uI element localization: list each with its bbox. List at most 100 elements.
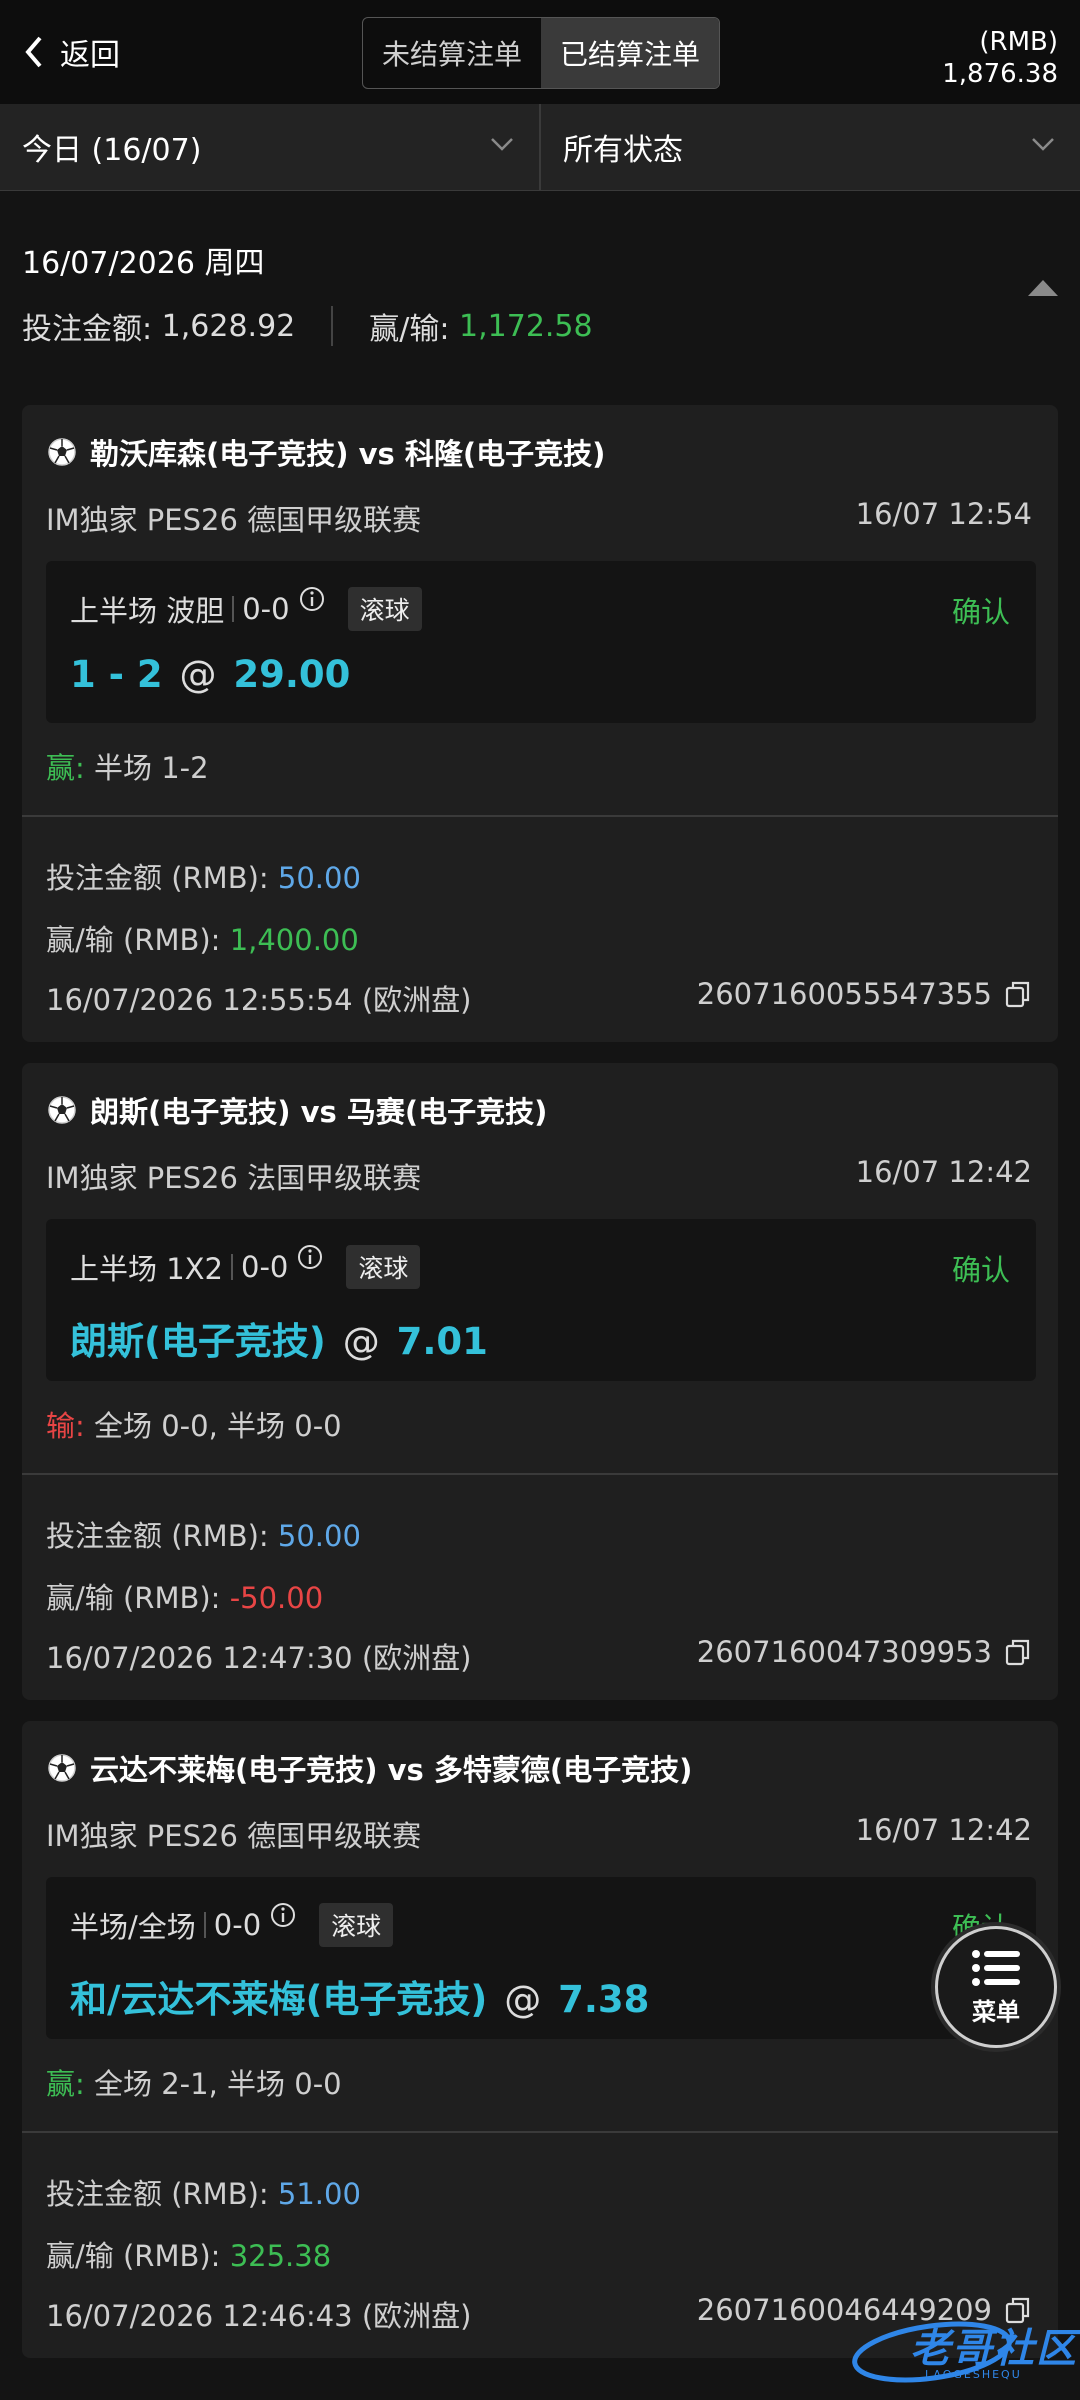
league-name: IM独家 PES26 德国甲级联赛 [46,1819,422,1853]
top-bar: 返回 未结算注单 已结算注单 (RMB) 1,876.38 [0,0,1080,104]
result-text: 半场 1-2 [94,751,209,785]
stake-label: 投注金额 (RMB): [46,861,269,895]
tab-settled[interactable]: 已结算注单 [541,18,719,88]
score: 0-0 [213,1908,262,1942]
result-label: 赢: [46,2067,85,2101]
result-row: 输: 全场 0-0, 半场 0-0 [46,1403,342,1445]
odds-value: 7.01 [396,1320,488,1363]
list-icon [972,1949,1020,1986]
summary-stake-label: 投注金额: [22,312,153,347]
odds-value: 7.38 [558,1978,650,2021]
at-symbol: @ [342,1320,380,1363]
watermark-text: 老哥社区 [910,2326,1078,2372]
league-name: IM独家 PES26 法国甲级联赛 [46,1161,422,1195]
stake-value: 51.00 [277,2177,361,2211]
kickoff-time: 16/07 12:42 [855,1813,1032,1847]
selection-name: 1 - 2 [70,653,163,696]
date-filter-dropdown[interactable]: 今日 (16/07) [0,104,539,190]
market-row: 上半场 波胆 0-0 滚球 [70,587,422,631]
match-name: 朗斯(电子竞技) vs 马赛(电子竞技) [90,1095,548,1129]
status-badge: 确认 [951,595,1010,629]
divider [22,1473,1058,1475]
stake-row: 投注金额 (RMB): 50.00 [46,855,361,897]
selection-pick: 和/云达不莱梅(电子竞技) @ 7.38 [70,1969,649,2023]
tab-unsettled[interactable]: 未结算注单 [363,18,541,88]
date-filter-value: 今日 (16/07) [22,133,202,168]
placed-time: 16/07/2026 12:47:30 (欧洲盘) [46,1641,472,1675]
live-badge: 滚球 [319,1903,394,1947]
soccer-ball-icon [48,1754,76,1782]
kickoff-time: 16/07 12:42 [855,1155,1032,1189]
winloss-row: 赢/输 (RMB): 1,400.00 [46,917,359,959]
bet-id: 2607160047309953 [696,1635,992,1669]
bet-card: 勒沃库森(电子竞技) vs 科隆(电子竞技) IM独家 PES26 德国甲级联赛… [22,405,1058,1042]
selection-pick: 朗斯(电子竞技) @ 7.01 [70,1311,488,1365]
divider [22,2131,1058,2133]
chevron-down-icon [491,138,513,151]
info-icon[interactable] [269,1901,297,1929]
result-label: 输: [46,1409,85,1443]
back-button[interactable]: 返回 [22,30,120,74]
divider [22,815,1058,817]
divider [231,1254,233,1280]
stake-row: 投注金额 (RMB): 51.00 [46,2171,361,2213]
odds-value: 29.00 [233,653,351,696]
match-title: 云达不莱梅(电子竞技) vs 多特蒙德(电子竞技) [46,1747,692,1789]
winloss-label: 赢/输 (RMB): [46,923,221,957]
winloss-value: -50.00 [229,1581,324,1615]
currency-label: (RMB) [979,27,1058,57]
selection-box: 半场/全场 0-0 滚球 确认 和/云达不莱梅(电子竞技) @ 7.38 [46,1877,1036,2039]
stake-label: 投注金额 (RMB): [46,1519,269,1553]
soccer-ball-icon [48,438,76,466]
market-name: 半场/全场 [70,1910,196,1944]
bet-id: 2607160055547355 [696,977,992,1011]
info-icon[interactable] [298,585,326,613]
chevron-left-icon [25,36,42,68]
copy-icon[interactable] [1004,979,1032,1009]
result-row: 赢: 全场 2-1, 半场 0-0 [46,2061,342,2103]
bet-card: 朗斯(电子竞技) vs 马赛(电子竞技) IM独家 PES26 法国甲级联赛 1… [22,1063,1058,1700]
back-label: 返回 [60,38,120,73]
selection-box: 上半场 波胆 0-0 滚球 确认 1 - 2 @ 29.00 [46,561,1036,723]
selection-pick: 1 - 2 @ 29.00 [70,653,350,696]
day-summary[interactable]: 16/07/2026 周四 投注金额: 1,628.92 赢/输: 1,172.… [0,218,1080,368]
kickoff-time: 16/07 12:54 [855,497,1032,531]
chevron-down-icon [1032,138,1054,151]
match-name: 云达不莱梅(电子竞技) vs 多特蒙德(电子竞技) [90,1753,693,1787]
at-symbol: @ [179,653,217,696]
bet-id-row: 2607160047309953 [697,1635,1032,1669]
result-text: 全场 0-0, 半场 0-0 [94,1409,342,1443]
market-name: 上半场 1X2 [70,1252,223,1286]
bet-card: 云达不莱梅(电子竞技) vs 多特蒙德(电子竞技) IM独家 PES26 德国甲… [22,1721,1058,2358]
settlement-tabs: 未结算注单 已结算注单 [362,17,720,89]
stake-value: 50.00 [277,1519,361,1553]
soccer-ball-icon [48,1096,76,1124]
winloss-row: 赢/输 (RMB): 325.38 [46,2233,331,2275]
result-row: 赢: 半场 1-2 [46,745,209,787]
placed-time: 16/07/2026 12:46:43 (欧洲盘) [46,2299,472,2333]
summary-winloss-label: 赢/输: [369,312,450,347]
stake-row: 投注金额 (RMB): 50.00 [46,1513,361,1555]
filter-bar: 今日 (16/07) 所有状态 [0,104,1080,191]
info-icon[interactable] [296,1243,324,1271]
summary-totals: 投注金额: 1,628.92 赢/输: 1,172.58 [22,304,593,348]
bet-id-row: 2607160055547355 [697,977,1032,1011]
stake-value: 50.00 [277,861,361,895]
status-filter-dropdown[interactable]: 所有状态 [539,104,1080,190]
result-label: 赢: [46,751,85,785]
league-name: IM独家 PES26 德国甲级联赛 [46,503,422,537]
watermark-subtext: LAOGESHEQU [925,2368,1022,2381]
copy-icon[interactable] [1004,1637,1032,1667]
balance-display: (RMB) 1,876.38 [942,26,1058,90]
menu-button[interactable]: 菜单 [935,1926,1057,2048]
live-badge: 滚球 [347,587,422,631]
result-text: 全场 2-1, 半场 0-0 [94,2067,342,2101]
divider [232,596,235,622]
live-badge: 滚球 [346,1245,421,1289]
winloss-value: 1,400.00 [229,923,359,957]
balance-value: 1,876.38 [942,59,1058,89]
stake-label: 投注金额 (RMB): [46,2177,269,2211]
status-badge: 确认 [951,1253,1010,1287]
divider [203,1912,206,1938]
collapse-caret-icon[interactable] [1028,280,1058,296]
